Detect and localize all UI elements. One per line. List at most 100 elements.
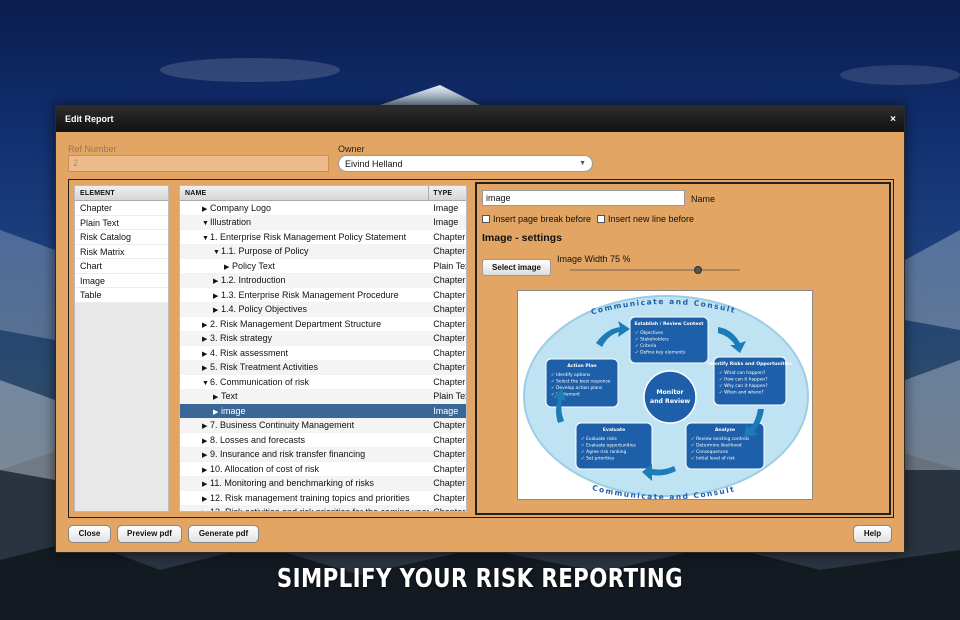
element-list-item[interactable]: Chart (75, 259, 168, 274)
caret-right-icon[interactable]: ▶ (213, 408, 221, 416)
caret-right-icon[interactable]: ▶ (213, 292, 221, 300)
tree-row[interactable]: ▶ 1.2. Introduction Chapter (180, 273, 466, 288)
tree-row-name-cell: ▶ 10. Allocation of cost of risk (180, 464, 429, 474)
tree-row-name-cell: ▶ 3. Risk strategy (180, 333, 429, 343)
diagram-step-box: Identify Risks and Opportunities ✓ What c… (708, 356, 792, 406)
diagram-box-item: ✓ Set priorities (581, 456, 615, 462)
generate-pdf-button[interactable]: Generate pdf (188, 525, 259, 543)
caret-right-icon[interactable]: ▶ (202, 321, 210, 329)
element-list-item[interactable]: Plain Text (75, 215, 168, 230)
select-image-button[interactable]: Select image (482, 259, 551, 276)
caret-right-icon[interactable]: ▶ (202, 350, 210, 358)
tree-row[interactable]: ▶ 10. Allocation of cost of risk Chapter (180, 462, 466, 477)
caret-right-icon[interactable]: ▶ (202, 495, 210, 503)
diagram-box-item: ✓ Review existing controls (691, 436, 750, 442)
element-list-item[interactable]: Risk Catalog (75, 230, 168, 245)
tree-row[interactable]: ▼1. Enterprise Risk Management Policy St… (180, 230, 466, 245)
diagram-box-item: ✓ Criteria (635, 343, 657, 349)
element-list-item[interactable]: Image (75, 273, 168, 288)
caret-right-icon[interactable]: ▶ (202, 205, 210, 213)
caret-right-icon[interactable]: ▶ (202, 466, 210, 474)
tree-row-label: 7. Business Continuity Management (210, 420, 355, 431)
caret-right-icon[interactable]: ▶ (202, 364, 210, 372)
tree-row[interactable]: ▶ 7. Business Continuity Management Chapte… (180, 418, 466, 433)
risk-process-diagram: Communicate and Consult Communicate and … (523, 295, 809, 499)
caret-right-icon[interactable]: ▶ (202, 480, 210, 488)
image-width-label: Image Width 75 % (557, 254, 631, 264)
tree-row-name-cell: ▶ 11. Monitoring and benchmarking of risk… (180, 478, 429, 488)
tree-row[interactable]: ▼6. Communication of risk Chapter (180, 375, 466, 390)
preview-pdf-button[interactable]: Preview pdf (117, 525, 182, 543)
caret-right-icon[interactable]: ▶ (224, 263, 232, 271)
owner-value: Eivind Helland (345, 158, 403, 169)
page-break-option[interactable]: Insert page break before (482, 214, 591, 224)
tree-row[interactable]: ▶ 1.3. Enterprise Risk Management Procedu… (180, 288, 466, 303)
tree-row[interactable]: ▶ 2. Risk Management Department Structure… (180, 317, 466, 332)
tree-row-label: Text (221, 391, 238, 402)
tree-row-name-cell: ▶ 7. Business Continuity Management (180, 420, 429, 430)
caret-right-icon[interactable]: ▶ (202, 437, 210, 445)
ref-number-input[interactable]: 2 (68, 155, 329, 172)
caret-right-icon[interactable]: ▶ (202, 422, 210, 430)
tree-row-name-cell: ▶ 1.3. Enterprise Risk Management Procedu… (180, 290, 429, 300)
tree-row[interactable]: ▶Policy Text Plain Text (180, 259, 466, 274)
report-tree: NAME TYPE ▶ Company Logo Image ▼Illustratio… (179, 185, 467, 512)
caret-right-icon[interactable]: ▶ (202, 509, 210, 511)
tree-row-type: Chapter (433, 275, 466, 286)
image-width-slider[interactable] (570, 266, 740, 274)
help-button[interactable]: Help (853, 525, 892, 543)
diagram-box-item: ✓ Initial level of risk (691, 456, 735, 462)
close-button[interactable]: Close (68, 525, 111, 543)
caret-right-icon[interactable]: ▶ (202, 451, 210, 459)
tree-row-name-cell: ▶ Policy Text (180, 261, 429, 271)
caret-down-icon[interactable]: ▼ (213, 249, 221, 256)
tree-row-type: Chapter (433, 333, 466, 344)
name-label: Name (691, 194, 716, 204)
tree-row[interactable]: ▶Text Plain Text (180, 389, 466, 404)
tree-row[interactable]: ▶ 4. Risk assessment Chapter (180, 346, 466, 361)
tree-row[interactable]: ▶ 5. Risk Treatment Activities Chapter (180, 360, 466, 375)
caret-right-icon[interactable]: ▶ (213, 393, 221, 401)
tree-row[interactable]: ▶ image Image (180, 404, 466, 419)
caret-down-icon[interactable]: ▼ (202, 380, 210, 387)
tree-row-type: Chapter (433, 318, 466, 329)
tree-row-type: Chapter (433, 463, 466, 474)
caret-right-icon[interactable]: ▶ (213, 306, 221, 314)
tree-row-type: Chapter (433, 376, 466, 387)
element-list-item[interactable]: Table (75, 288, 168, 303)
tree-row[interactable]: ▶ 8. Losses and forecasts Chapter (180, 433, 466, 448)
caret-down-icon[interactable]: ▼ (202, 220, 210, 227)
diagram-box-item: ✓ Develop action plans (551, 385, 603, 391)
tree-row[interactable]: ▶ 1.4. Policy Objectives Chapter (180, 302, 466, 317)
element-list-item[interactable]: Chapter (75, 201, 168, 216)
tree-row-name-cell: ▶ Text (180, 391, 429, 401)
tree-row[interactable]: ▶ 9. Insurance and risk transfer financin… (180, 447, 466, 462)
name-input[interactable]: image (482, 190, 685, 206)
new-line-checkbox[interactable] (597, 215, 605, 223)
diagram-box-item: ✓ Define key elements (635, 350, 686, 356)
tree-row-type: Chapter (433, 289, 466, 300)
page-break-checkbox[interactable] (482, 215, 490, 223)
tree-row[interactable]: ▼1.1. Purpose of Policy Chapter (180, 244, 466, 259)
caret-down-icon[interactable]: ▼ (202, 235, 210, 242)
slider-handle[interactable] (693, 266, 702, 274)
tree-row[interactable]: ▼Illustration Image (180, 215, 466, 230)
tree-row-label: 1.1. Purpose of Policy (221, 246, 309, 257)
diagram-box-item: ✓ Determine likelihood (691, 443, 742, 449)
tree-row-name-cell: ▶ Company Logo (180, 203, 429, 213)
tree-row-label: 1.2. Introduction (221, 275, 286, 286)
caret-right-icon[interactable]: ▶ (202, 335, 210, 343)
diagram-box-title: Action Plan (567, 363, 596, 369)
tree-row[interactable]: ▶ Company Logo Image (180, 201, 466, 216)
new-line-option[interactable]: Insert new line before (597, 214, 694, 224)
tree-row-name-cell: ▶13. Risk activities and risk priorities… (180, 507, 429, 511)
caret-right-icon[interactable]: ▶ (213, 277, 221, 285)
tree-row[interactable]: ▶ 11. Monitoring and benchmarking of risk… (180, 476, 466, 491)
element-list-item[interactable]: Risk Matrix (75, 244, 168, 259)
tree-row[interactable]: ▶ 3. Risk strategy Chapter (180, 331, 466, 346)
owner-select[interactable]: Eivind Helland ▼ (338, 155, 593, 172)
tree-row[interactable]: ▶ 12. Risk management training topics and… (180, 491, 466, 506)
close-icon[interactable]: × (890, 114, 896, 125)
tree-row-label: Policy Text (232, 260, 275, 271)
tree-row[interactable]: ▶13. Risk activities and risk priorities… (180, 505, 466, 511)
